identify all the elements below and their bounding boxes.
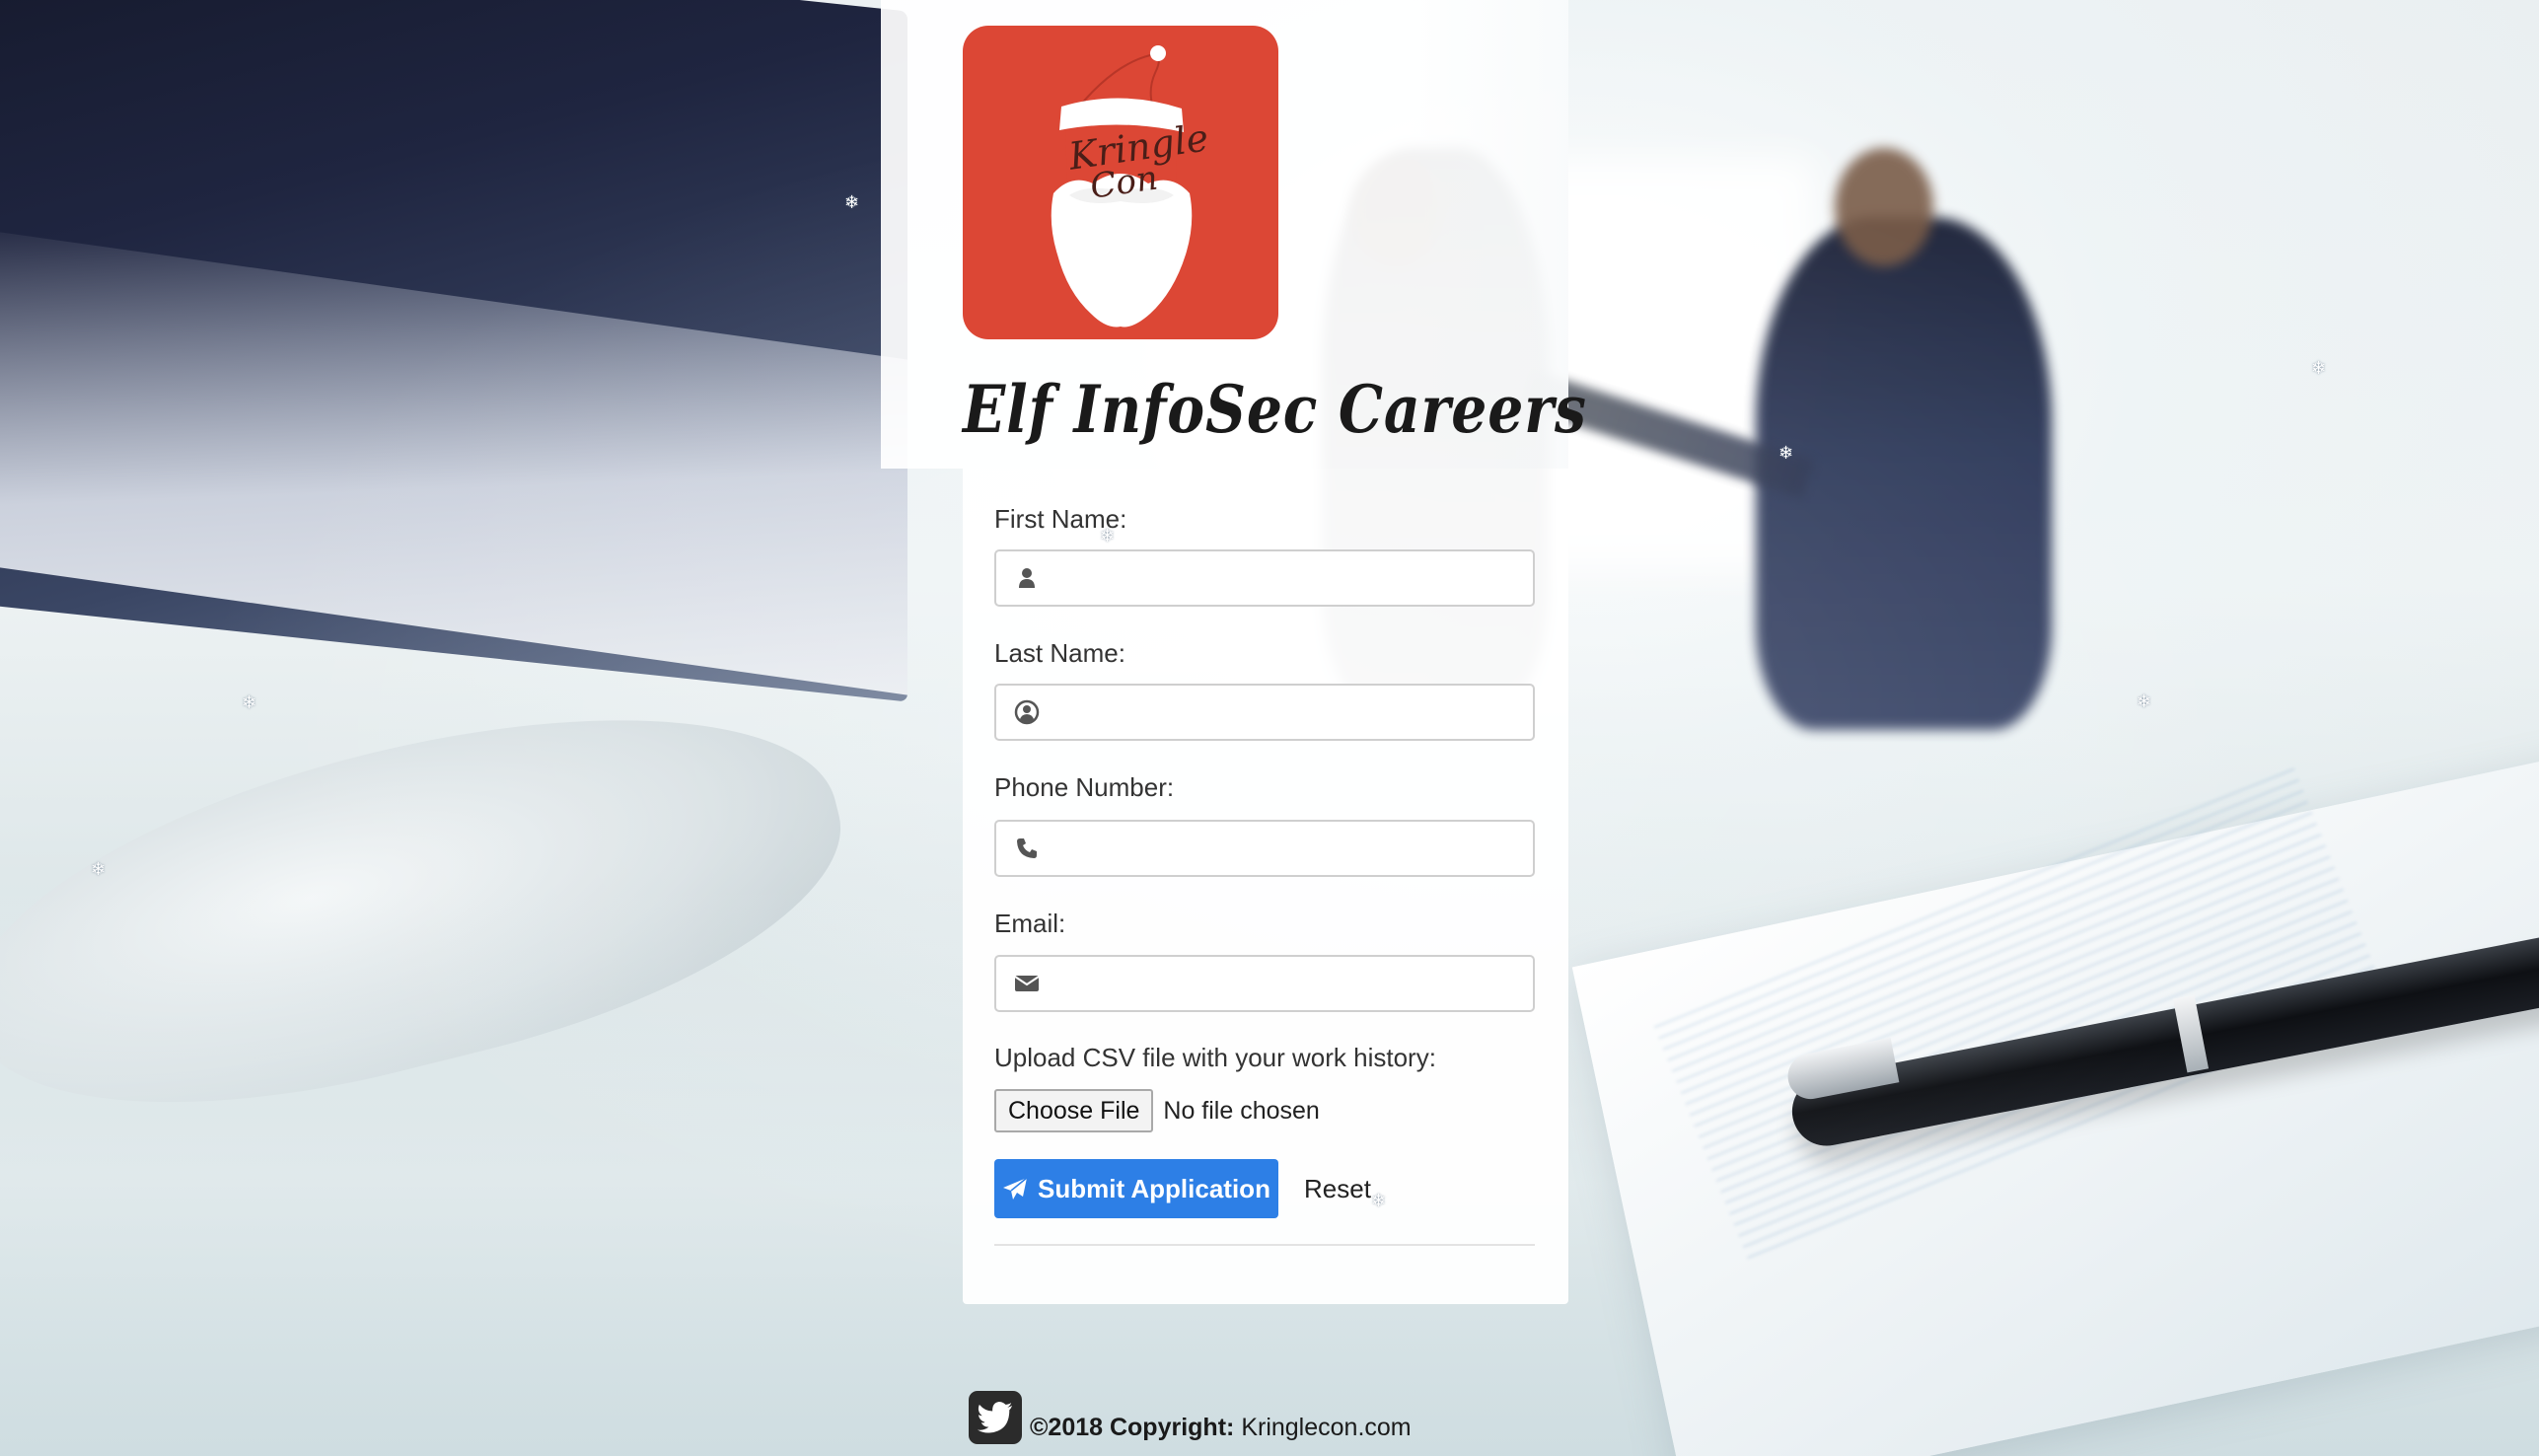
snowflake-icon: ❄ [1100, 526, 1116, 546]
snowflake-icon: ❄ [91, 859, 107, 879]
phone-number-input[interactable] [1052, 828, 1529, 871]
submit-application-label: Submit Application [1038, 1173, 1270, 1203]
snowflake-icon: ❄ [1778, 443, 1794, 463]
site-link[interactable]: Kringlecon.com [1241, 1414, 1411, 1441]
email-field-wrapper[interactable] [994, 955, 1535, 1012]
snowflake-icon: ❄ [1371, 1191, 1387, 1210]
first-name-field-wrapper[interactable] [994, 549, 1535, 607]
user-icon [1014, 565, 1040, 591]
phone-icon [1014, 836, 1040, 861]
copyright-text: ©2018 Copyright: Kringlecon.com [1030, 1414, 1412, 1444]
submit-application-button[interactable]: Submit Application [994, 1159, 1278, 1218]
user-circle-icon [1014, 699, 1040, 725]
snowflake-icon: ❄ [844, 192, 860, 212]
twitter-icon [977, 1402, 1013, 1433]
paper-plane-icon [1003, 1177, 1028, 1200]
phone-number-field-wrapper[interactable] [994, 820, 1535, 877]
last-name-label: Last Name: [994, 638, 1125, 668]
page-title: Elf InfoSec Careers [963, 371, 1587, 448]
snowflake-icon: ❄ [2311, 358, 2327, 378]
form-divider [994, 1244, 1535, 1246]
santa-beard-icon: Kringle Con [1051, 45, 1211, 328]
application-form: First Name: Last Name: Phone Number: Ema… [963, 469, 1568, 1304]
copyright-prefix: ©2018 Copyright: [1030, 1414, 1235, 1441]
kringlecon-logo: Kringle Con [963, 26, 1278, 339]
reset-button[interactable]: Reset [1304, 1174, 1371, 1204]
first-name-input[interactable] [1052, 557, 1529, 601]
file-upload-control[interactable]: Choose File No file chosen [994, 1088, 1320, 1133]
email-label: Email: [994, 909, 1066, 938]
phone-number-label: Phone Number: [994, 772, 1175, 802]
last-name-input[interactable] [1052, 692, 1529, 735]
snowflake-icon: ❄ [2137, 692, 2152, 711]
footer: ©2018 Copyright: Kringlecon.com [969, 1389, 1412, 1444]
upload-csv-label: Upload CSV file with your work history: [994, 1043, 1436, 1072]
envelope-icon [1014, 971, 1040, 996]
snowflake-icon: ❄ [242, 692, 257, 712]
twitter-link[interactable] [969, 1391, 1022, 1444]
email-input[interactable] [1052, 963, 1529, 1006]
file-status-text: No file chosen [1163, 1096, 1320, 1125]
last-name-field-wrapper[interactable] [994, 684, 1535, 741]
choose-file-button[interactable]: Choose File [994, 1089, 1154, 1132]
